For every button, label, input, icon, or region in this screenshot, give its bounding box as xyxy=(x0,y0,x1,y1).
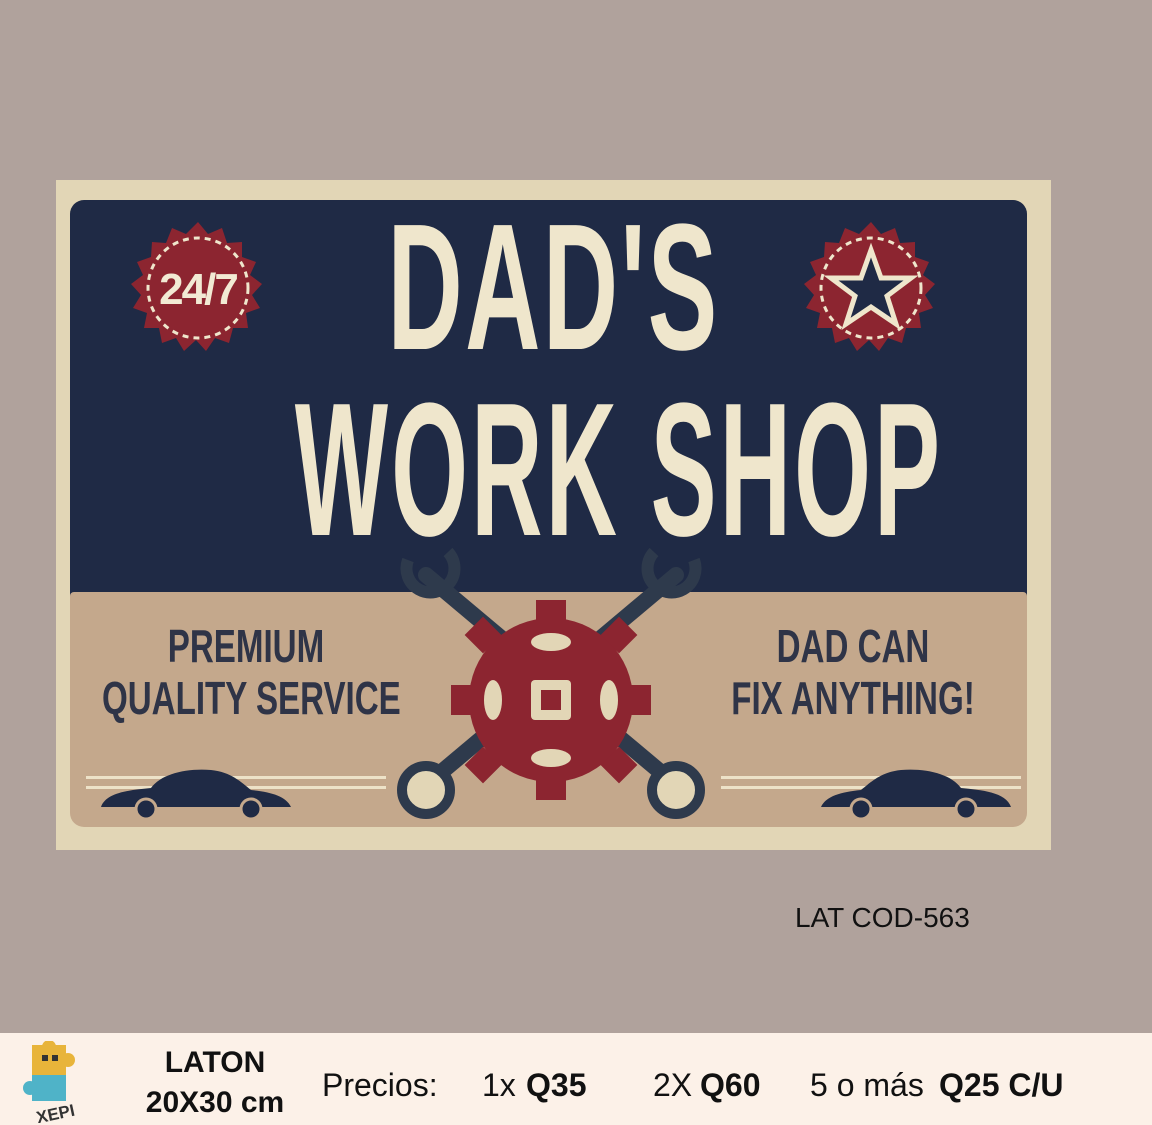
price1-qty: 1x xyxy=(482,1067,516,1103)
slogan-left-line1: PREMIUM xyxy=(167,620,325,672)
price3-value: Q25 C/U xyxy=(939,1067,1064,1103)
slogan-right: DAD CAN FIX ANYTHING! xyxy=(720,620,986,724)
slogan-right-line2: FIX ANYTHING! xyxy=(731,672,975,724)
product-page: 24/7 DAD'S WORK SHOP PREMIUM QUALITY SER… xyxy=(0,0,1152,1125)
material-label: LATON xyxy=(164,1046,266,1079)
sign-title-line1: DAD'S xyxy=(387,187,720,388)
badge-24-7: 24/7 xyxy=(128,220,268,360)
badge-24-7-text: 24/7 xyxy=(159,265,239,314)
material-size: LATON 20X30 cm xyxy=(130,1043,300,1123)
price-footer: XEPI LATON 20X30 cm Precios: 1x Q35 2X Q… xyxy=(0,1033,1152,1125)
slogan-left: PREMIUM QUALITY SERVICE xyxy=(102,620,401,724)
price2-qty: 2X xyxy=(653,1067,693,1103)
price3-qty: 5 o más xyxy=(810,1067,924,1103)
svg-text:XEPI: XEPI xyxy=(35,1101,77,1123)
product-image-sign: 24/7 DAD'S WORK SHOP PREMIUM QUALITY SER… xyxy=(56,180,1051,850)
price1-value: Q35 xyxy=(526,1067,587,1103)
gear-wrench-icon xyxy=(397,547,705,819)
size-label: 20X30 cm xyxy=(145,1086,285,1119)
product-code: LAT COD-563 xyxy=(795,902,970,933)
xepi-logo: XEPI xyxy=(23,1041,77,1123)
car-icon xyxy=(821,769,1011,821)
slogan-left-line2: QUALITY SERVICE xyxy=(102,672,401,724)
price2-value: Q60 xyxy=(700,1067,761,1103)
car-icon xyxy=(101,769,291,821)
slogan-right-line1: DAD CAN xyxy=(776,620,930,672)
prices-label: Precios: xyxy=(322,1067,438,1103)
